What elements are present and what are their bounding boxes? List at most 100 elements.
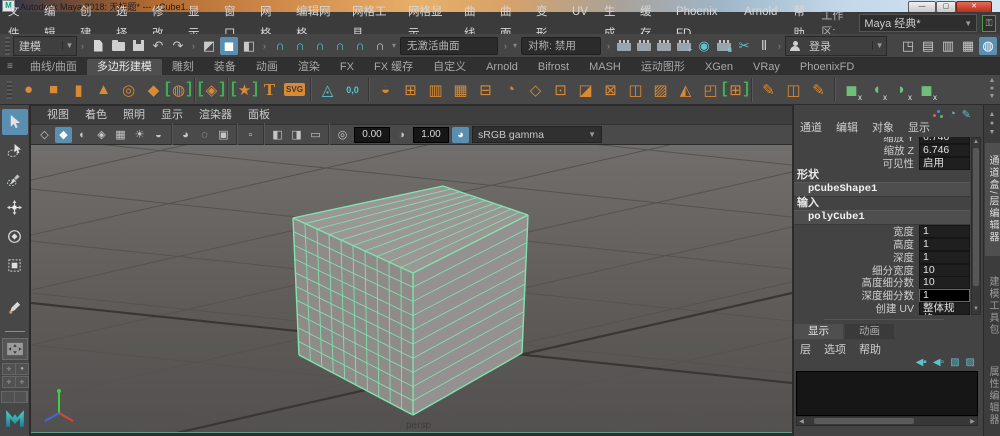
layer-editor-tab-动画[interactable]: 动画 [845,324,894,339]
viewport-canvas[interactable]: persp [31,145,792,432]
layout-single-pane-button[interactable] [1,338,28,361]
scale-tool[interactable] [2,252,28,278]
sidebar-spinner-icon[interactable]: ● [990,119,994,128]
channel-attr-value[interactable]: 10 [919,276,970,290]
shelf-tab-XGen[interactable]: XGen [695,59,743,75]
grip-handle[interactable] [5,36,10,55]
snap-view-plane-icon[interactable]: ∩ [351,37,369,55]
fill-hole-icon[interactable]: ▦ [448,77,473,103]
render-sequence-icon[interactable] [655,37,673,55]
conform-icon[interactable]: ▥ [423,77,448,103]
channel-attr-value[interactable]: 1 [919,250,970,264]
channel-node-name[interactable]: polyCube1 [794,210,970,226]
use-all-lights-icon[interactable]: ☀ [131,127,148,143]
group-collapse-icon[interactable]: › [504,41,507,51]
view-transform-icon[interactable]: ◕ [452,126,469,143]
render-settings-icon[interactable] [715,37,733,55]
character-controls-icon[interactable]: ▤ [919,37,937,55]
sidebar-tab-通道盒/层编辑器[interactable]: 通道盒/层编辑器 [985,143,1000,256]
layout-preset-button-2[interactable]: ● [15,363,29,376]
panel-menu-视图[interactable]: 视图 [39,106,77,124]
channel-node-name[interactable]: pCubeShape1 [794,182,970,198]
channel-box-menu-对象[interactable]: 对象 [872,119,894,135]
layer-menu-选项[interactable]: 选项 [824,341,846,357]
layer-move-down-icon[interactable]: ◀▪ [916,357,927,368]
ipr-refresh-icon[interactable]: ◉ [695,37,713,55]
layer-list[interactable] [796,371,978,416]
layer-menu-层[interactable]: 层 [800,341,811,357]
layer-editor-tab-显示[interactable]: 显示 [794,324,843,339]
select-component-icon[interactable]: ◧ [240,37,258,55]
login-dropdown[interactable]: 登录 ▼ [785,35,888,56]
soft-mod-tool[interactable] [2,295,28,321]
select-hierarchy-icon[interactable]: ◩ [200,37,218,55]
paint-select-tool[interactable] [2,166,28,192]
lasso-select-tool[interactable] [2,138,28,164]
symmetry-field[interactable]: 对称: 禁用 [521,36,602,55]
gamma-field[interactable]: 1.00 [413,126,449,143]
channel-attr-value[interactable]: 启用 [919,156,970,170]
shadows-icon[interactable]: ◒ [150,127,167,143]
layout-two-pane-button[interactable] [1,391,28,403]
poly-cube-icon[interactable]: ■ [41,77,66,103]
extrude-icon[interactable]: ⊠ [598,77,623,103]
motion-blur-icon[interactable]: ◌ [196,127,213,143]
shelf-tab-Arnold[interactable]: Arnold [476,59,528,75]
panel-highlight-icon[interactable]: ◍ [979,36,997,55]
panel-menu-渲染器[interactable]: 渲染器 [191,106,240,124]
shelf-tab-雕刻[interactable]: 雕刻 [162,59,204,75]
open-scene-icon[interactable] [109,37,127,55]
poly-text-icon[interactable]: T [257,77,282,103]
channel-attr-value[interactable]: 6.746 [919,143,970,157]
textured-icon[interactable]: ◐ [74,127,91,143]
colorspace-dropdown[interactable]: sRGB gamma ▼ [472,126,602,143]
make-live-icon[interactable]: ∩ [371,37,389,55]
select-object-icon[interactable]: ◼ [220,36,238,55]
channel-box-scrollbar[interactable]: ▲ ▼ [971,137,981,315]
channel-box-menu-显示[interactable]: 显示 [908,119,930,135]
scroll-left-icon[interactable]: ◀ [797,418,806,425]
layer-list-hscrollbar[interactable]: ◀ ▶ [796,416,978,426]
speed-gauge-icon[interactable]: ◔ [949,108,956,120]
grid-fill-icon[interactable]: ⊟ [473,77,498,103]
shelf-tab-FX[interactable]: FX [330,59,364,75]
exposure-icon[interactable]: ◎ [334,127,351,143]
scroll-down-icon[interactable]: ▼ [972,305,980,314]
delete-history-icon[interactable]: ◼ [914,77,939,103]
graph-pencil-icon[interactable]: ✎ [962,108,971,121]
workspace-dropdown[interactable]: Maya 经典* ▼ [859,14,978,32]
separate-icon[interactable]: ⊞ [398,77,423,103]
group-collapse-icon[interactable]: › [607,41,610,51]
scrollbar-thumb[interactable] [973,148,979,286]
pane-maximize-icon[interactable]: ◧ [269,127,286,143]
gamma-icon[interactable]: ◑ [393,127,410,143]
workspace-lock-icon[interactable]: ⚿ [982,14,996,32]
bridge-icon[interactable]: ◫ [623,77,648,103]
origin-locator-icon[interactable]: 0,0 [340,77,365,103]
shelf-menu-icon[interactable]: ≡ [0,59,20,75]
poly-cylinder-icon[interactable]: ▮ [66,77,91,103]
smooth-shade-icon[interactable]: ◆ [55,126,72,143]
shelf-scroll-arrow-icon[interactable]: ● [990,85,994,93]
redo-icon[interactable]: ↷ [169,37,187,55]
construction-plane-icon[interactable]: ◬ [315,77,340,103]
save-scene-icon[interactable] [129,37,147,55]
poly-plane-icon[interactable]: ◆ [141,77,166,103]
smooth-icon[interactable]: ◔ [498,77,523,103]
group-collapse-icon[interactable]: › [192,41,195,51]
panel-menu-面板[interactable]: 面板 [240,106,278,124]
wire-on-shaded-icon[interactable]: ◈ [93,127,110,143]
shelf-scroll-control[interactable]: ▲ ● ▼ [986,77,998,101]
shelf-tab-运动图形[interactable]: 运动图形 [631,59,695,75]
shelf-tab-装备[interactable]: 装备 [204,59,246,75]
poly-sphere-icon[interactable]: ● [16,77,41,103]
shelf-tab-曲线/曲面[interactable]: 曲线/曲面 [20,59,87,75]
group-collapse-icon[interactable]: › [263,41,266,51]
append-polygon-icon[interactable]: ▨ [648,77,673,103]
scroll-up-icon[interactable]: ▲ [972,138,980,147]
channel-box-menu-编辑[interactable]: 编辑 [836,119,858,135]
poly-star-icon[interactable]: ★[] [231,77,258,103]
new-layer-from-selected-icon[interactable]: ▨ [966,357,975,368]
pane-split-icon[interactable]: ◨ [288,127,305,143]
shelf-scroll-arrow-icon[interactable]: ▲ [989,77,996,85]
